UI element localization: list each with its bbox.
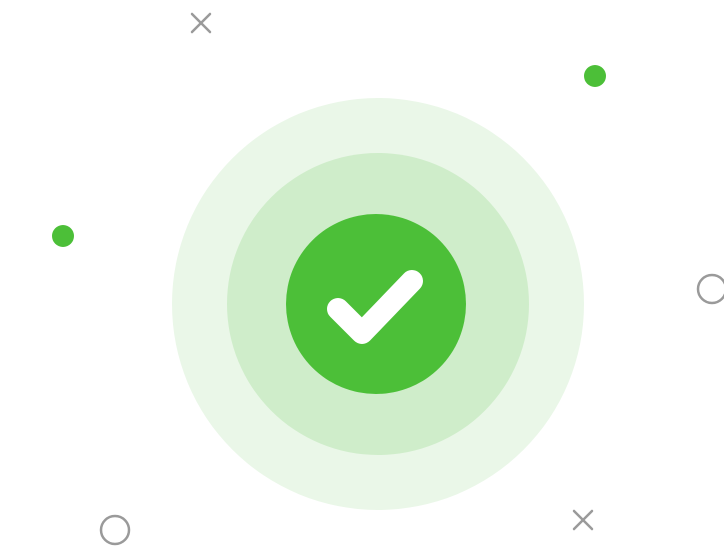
success-canvas	[0, 0, 724, 548]
ring-icon	[99, 514, 131, 546]
dot-icon	[584, 65, 606, 87]
dot-icon	[52, 225, 74, 247]
cross-icon	[572, 509, 594, 531]
ring-icon	[696, 273, 724, 305]
success-illustration	[52, 12, 724, 546]
cross-icon	[190, 12, 212, 34]
